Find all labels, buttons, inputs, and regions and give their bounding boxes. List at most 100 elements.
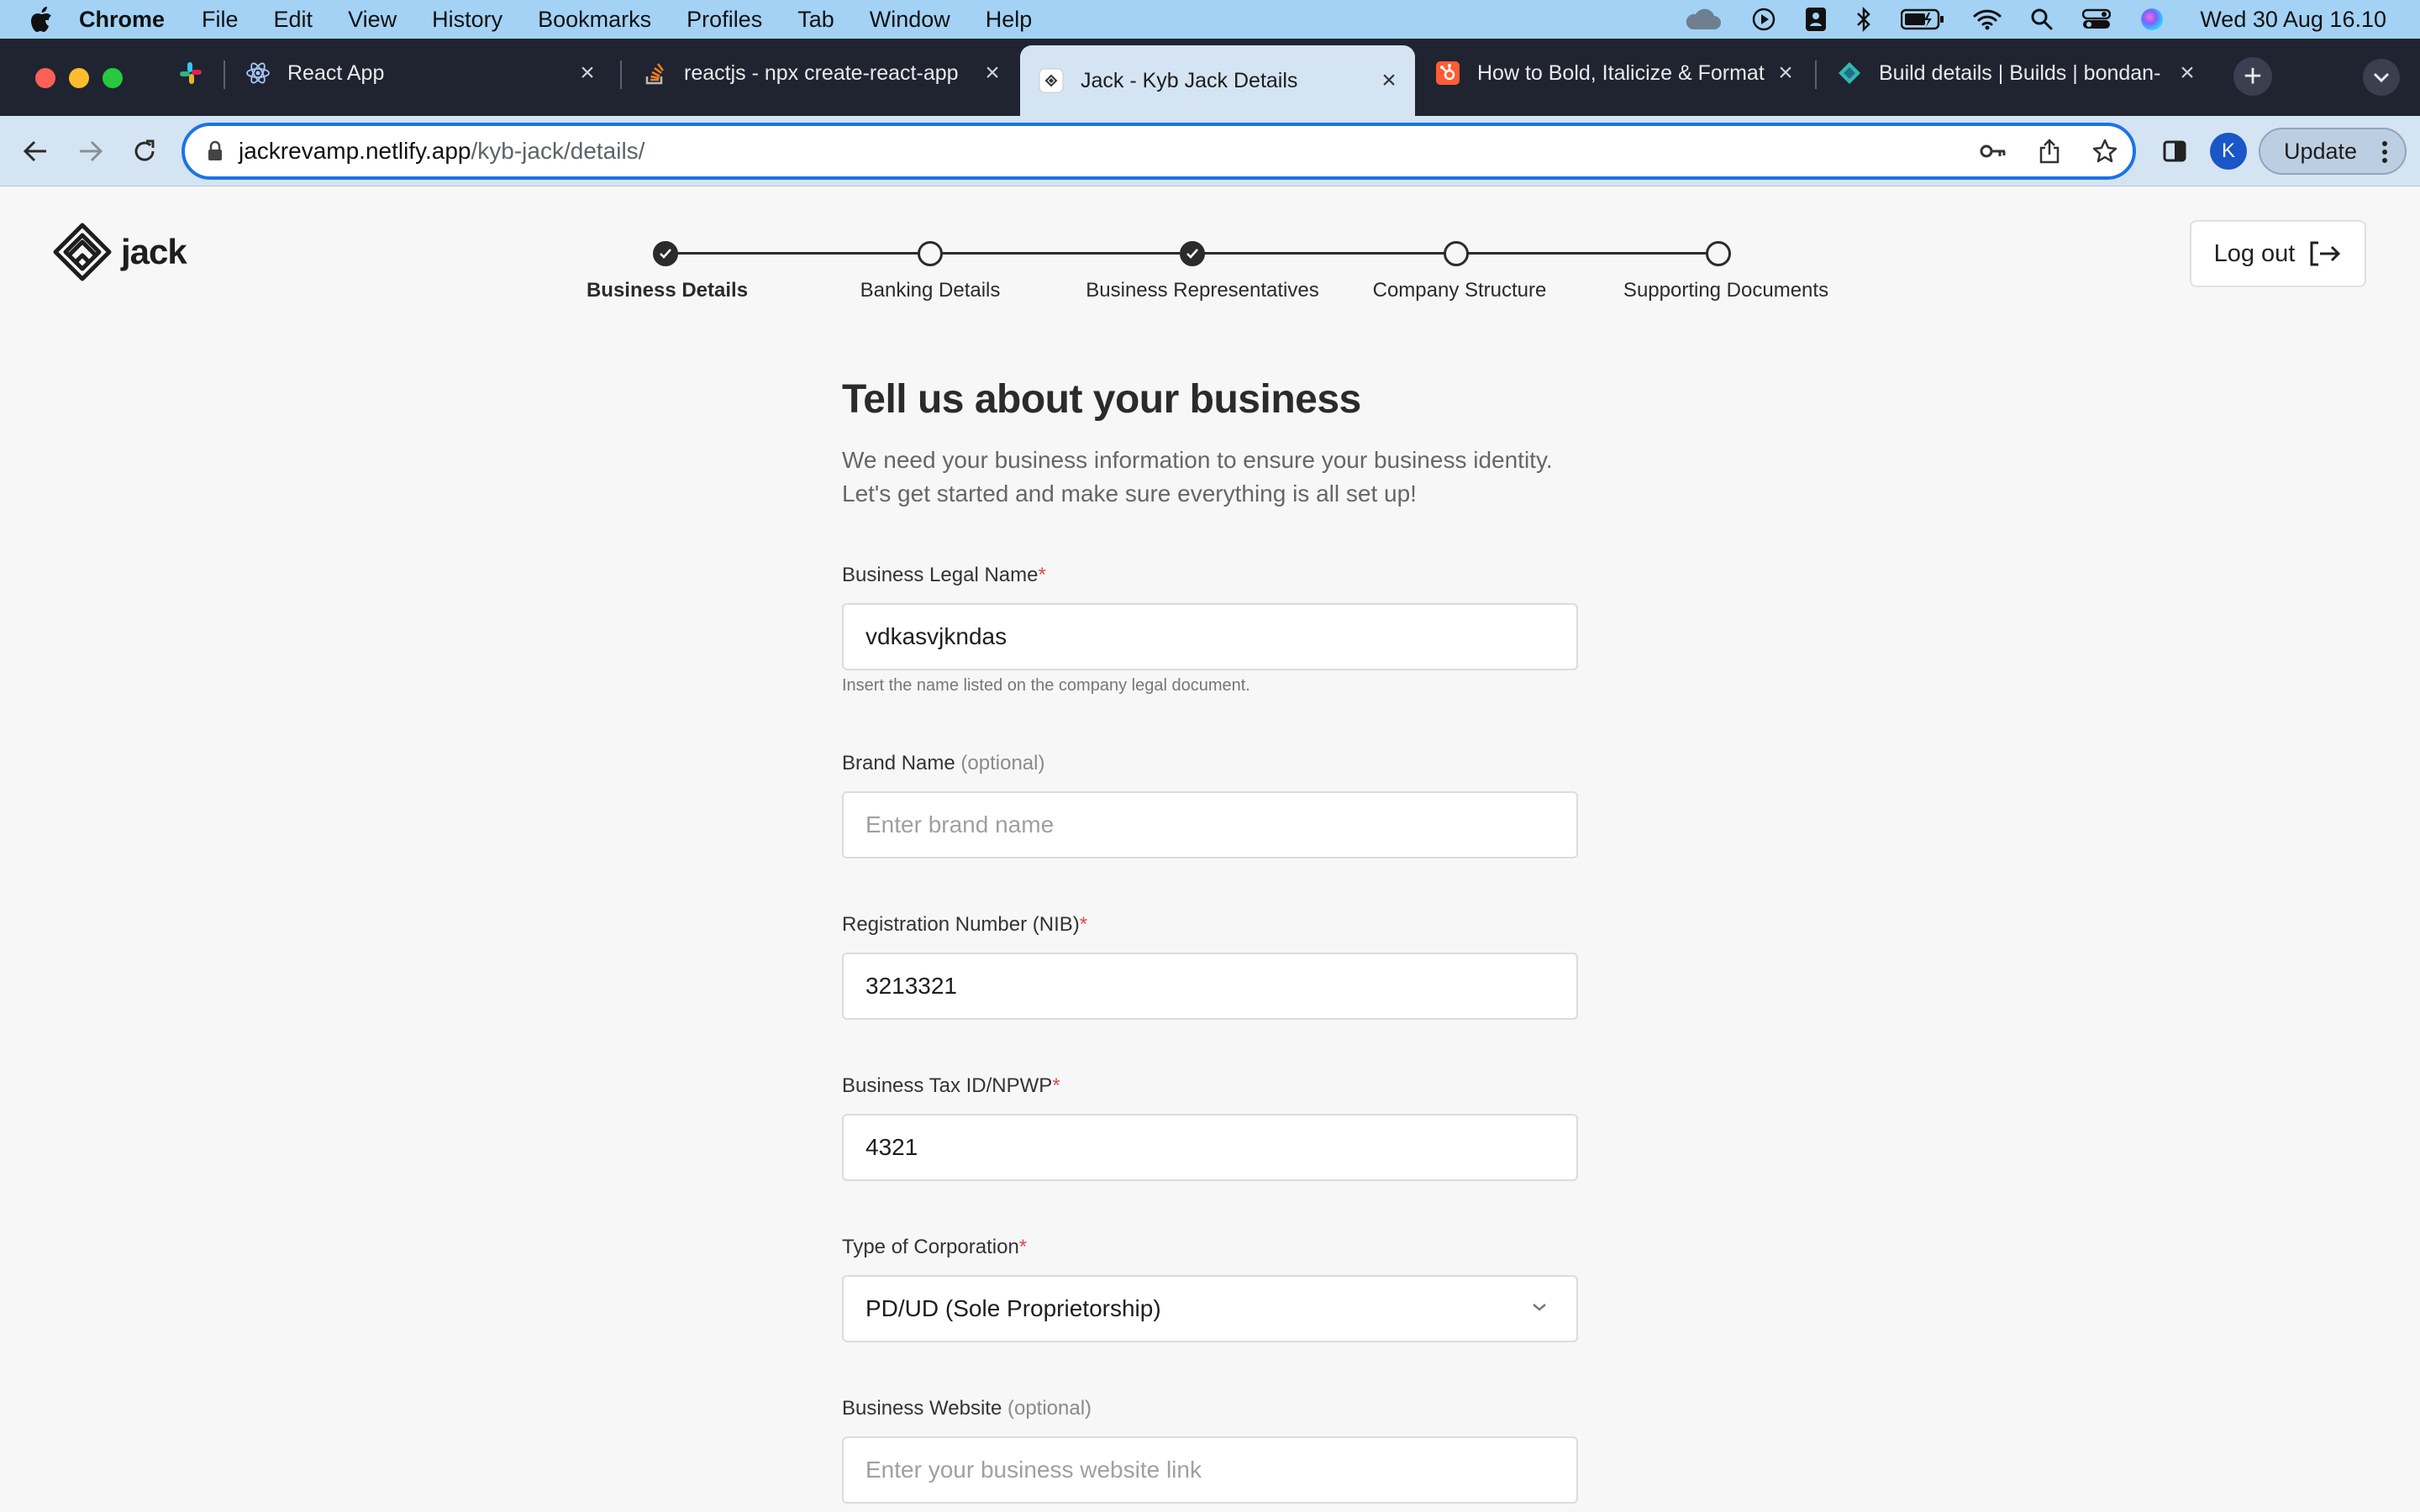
menu-app-name[interactable]: Chrome (79, 7, 165, 33)
step-label-company-structure[interactable]: Company Structure (1373, 279, 1547, 302)
check-icon (1186, 248, 1199, 260)
logout-button[interactable]: Log out (2190, 220, 2366, 287)
required-mark: * (1052, 1074, 1060, 1097)
forward-button[interactable] (72, 133, 109, 170)
menu-view[interactable]: View (348, 7, 397, 33)
share-icon[interactable] (2039, 139, 2060, 164)
menu-tab[interactable]: Tab (797, 7, 834, 33)
plus-icon: + (2243, 58, 2263, 94)
kyb-page: jack Business Details Banking Details Bu… (0, 186, 2420, 1512)
tab-close-icon[interactable]: × (573, 59, 602, 87)
required-mark: * (1038, 564, 1046, 586)
lock-icon[interactable] (207, 140, 224, 162)
stepper-connector (677, 252, 921, 255)
step-dot-supporting-documents[interactable] (1706, 241, 1731, 266)
legal-name-value: vdkasvjkndas (865, 623, 1007, 649)
macos-menubar: Chrome File Edit View History Bookmarks … (0, 0, 2420, 39)
optional-mark: (optional) (1007, 1397, 1092, 1420)
reload-button[interactable] (126, 133, 163, 170)
menu-window[interactable]: Window (870, 7, 950, 33)
step-label-banking-details[interactable]: Banking Details (860, 279, 1001, 302)
tab-title: Build details | Builds | bondan- (1879, 60, 2161, 85)
tab-close-icon[interactable]: × (2173, 59, 2202, 87)
address-bar[interactable]: jackrevamp.netlify.app/kyb-jack/details/ (182, 123, 2136, 180)
menu-bookmarks[interactable]: Bookmarks (538, 7, 651, 33)
logout-label: Log out (2213, 239, 2296, 267)
battery-icon[interactable] (1901, 8, 1944, 30)
wifi-icon[interactable] (1973, 8, 2002, 30)
jack-logo[interactable]: jack (52, 222, 187, 282)
tab-close-icon[interactable]: × (978, 59, 1007, 87)
profile-avatar[interactable]: K (2210, 133, 2247, 170)
window-close-button[interactable] (35, 68, 55, 88)
browser-toolbar: jackrevamp.netlify.app/kyb-jack/details/… (0, 116, 2420, 186)
tab-title: Jack - Kyb Jack Details (1081, 68, 1298, 92)
contact-icon[interactable] (1805, 7, 1827, 32)
window-zoom-button[interactable] (103, 68, 123, 88)
siri-icon[interactable] (2139, 7, 2165, 32)
step-dot-business-representatives[interactable] (1180, 241, 1205, 266)
required-mark: * (1018, 1236, 1028, 1258)
tax-id-input[interactable]: 4321 (842, 1114, 1578, 1181)
subtitle-line-2: Let's get started and make sure everythi… (842, 480, 1417, 507)
tab-hubspot[interactable]: How to Bold, Italicize & Format × (1417, 45, 1812, 101)
website-label: Business Website (optional) (842, 1397, 1092, 1420)
stepper-connector (943, 252, 1180, 255)
brand-name-label: Brand Name (optional) (842, 752, 1044, 775)
menu-help[interactable]: Help (986, 7, 1033, 33)
website-input[interactable]: Enter your business website link (842, 1436, 1578, 1504)
update-label: Update (2284, 138, 2358, 164)
tax-id-label-text: Business Tax ID/NPWP (842, 1074, 1053, 1097)
step-label-business-representatives[interactable]: Business Representatives (1086, 279, 1318, 302)
legal-name-label-text: Business Legal Name (842, 564, 1039, 586)
step-label-supporting-documents[interactable]: Supporting Documents (1623, 279, 1828, 302)
apple-icon[interactable] (30, 6, 54, 33)
step-dot-banking-details[interactable] (918, 241, 943, 266)
menu-edit[interactable]: Edit (274, 7, 313, 33)
tab-netlify-build[interactable]: Build details | Builds | bondan- × (1818, 45, 2213, 101)
tab-search-button[interactable] (2363, 59, 2400, 96)
jack-logo-icon (52, 222, 113, 282)
new-tab-button[interactable]: + (2233, 57, 2272, 96)
step-dot-company-structure[interactable] (1444, 241, 1469, 266)
menu-file[interactable]: File (202, 7, 239, 33)
side-panel-button[interactable] (2156, 133, 2193, 170)
brand-name-label-text: Brand Name (842, 752, 955, 774)
play-icon[interactable] (1751, 7, 1776, 32)
corporation-type-label: Type of Corporation* (842, 1236, 1027, 1259)
legal-name-input[interactable]: vdkasvjkndas (842, 603, 1578, 670)
star-icon[interactable] (2092, 139, 2118, 164)
tab-pinned-slack[interactable] (160, 45, 220, 101)
jack-icon (1039, 68, 1064, 93)
tab-title: reactjs - npx create-react-app (684, 60, 959, 85)
tab-title: How to Bold, Italicize & Format (1477, 60, 1765, 85)
netlify-icon (1837, 60, 1862, 86)
step-dot-business-details[interactable] (653, 241, 678, 266)
registration-number-label-text: Registration Number (NIB) (842, 913, 1080, 936)
tab-stackoverflow[interactable]: reactjs - npx create-react-app × (623, 45, 1018, 101)
menu-profiles[interactable]: Profiles (687, 7, 762, 33)
registration-number-input[interactable]: 3213321 (842, 953, 1578, 1020)
tab-separator (620, 60, 622, 89)
tab-close-icon[interactable]: × (1375, 66, 1403, 95)
back-button[interactable] (17, 133, 54, 170)
reload-icon (132, 139, 157, 164)
cloud-icon[interactable] (1682, 8, 1723, 31)
brand-name-input[interactable]: Enter brand name (842, 791, 1578, 858)
menubar-clock[interactable]: Wed 30 Aug 16.10 (2200, 7, 2386, 33)
update-button[interactable]: Update (2259, 128, 2407, 175)
key-icon[interactable] (1980, 143, 2007, 160)
tab-react-app[interactable]: React App × (227, 45, 613, 101)
control-center-icon[interactable] (2082, 8, 2112, 30)
search-icon[interactable] (2030, 8, 2054, 31)
check-icon (659, 248, 672, 260)
menu-history[interactable]: History (432, 7, 502, 33)
tab-jack-active[interactable]: Jack - Kyb Jack Details × (1020, 45, 1415, 116)
corporation-type-select[interactable]: PD/UD (Sole Proprietorship) (842, 1275, 1578, 1342)
window-minimize-button[interactable] (69, 68, 89, 88)
bluetooth-icon[interactable] (1855, 7, 1872, 32)
optional-mark: (optional) (960, 752, 1045, 774)
more-options-icon[interactable] (2381, 139, 2388, 165)
tab-close-icon[interactable]: × (1771, 59, 1800, 87)
step-label-business-details[interactable]: Business Details (587, 279, 748, 302)
